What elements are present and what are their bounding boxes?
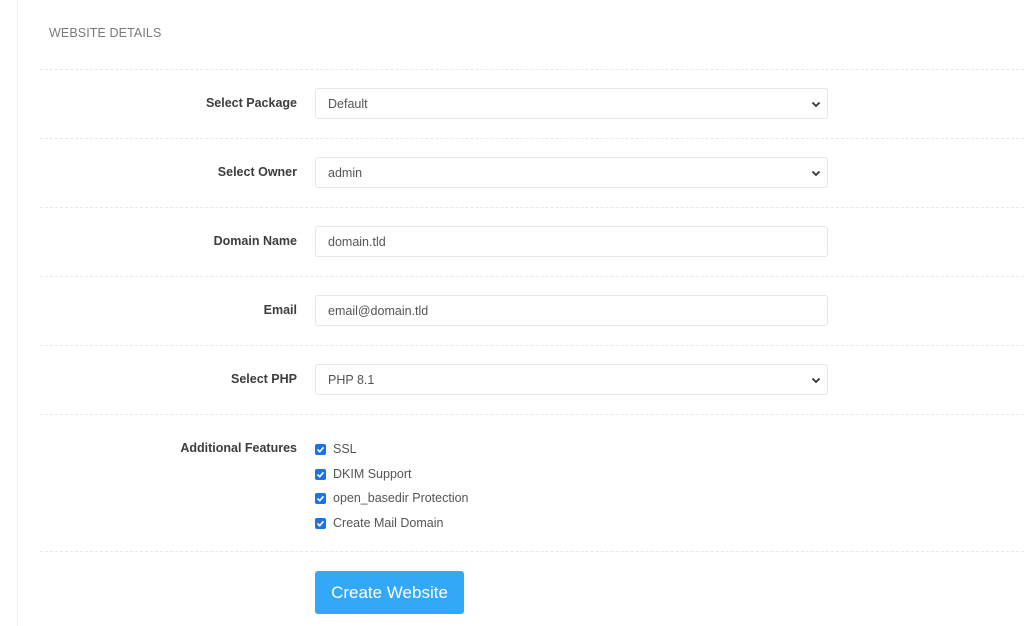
divider (40, 138, 1024, 139)
php-select[interactable]: PHP 8.1 (315, 364, 828, 395)
divider (40, 69, 1024, 70)
package-label: Select Package (205, 96, 297, 110)
feature-open-basedir[interactable]: open_basedir Protection (315, 490, 469, 506)
divider (40, 276, 1024, 277)
php-value: PHP 8.1 (328, 373, 375, 387)
email-value: email@domain.tld (328, 304, 429, 318)
features-label: Additional Features (180, 441, 297, 455)
chevron-down-icon (811, 170, 821, 177)
email-label: Email (263, 303, 297, 317)
domain-input[interactable]: domain.tld (315, 226, 828, 257)
checkbox-checked[interactable] (315, 492, 326, 504)
domain-value: domain.tld (328, 235, 386, 249)
package-select[interactable]: Default (315, 88, 828, 119)
feature-label: DKIM Support (333, 467, 412, 481)
checkbox-checked[interactable] (315, 517, 326, 529)
email-input[interactable]: email@domain.tld (315, 295, 828, 326)
sidebar-border (17, 0, 18, 626)
feature-mail-domain[interactable]: Create Mail Domain (315, 515, 443, 531)
owner-value: admin (328, 166, 363, 180)
create-website-button[interactable]: Create Website (315, 571, 464, 614)
feature-ssl[interactable]: SSL (315, 441, 357, 457)
chevron-down-icon (811, 377, 821, 384)
package-value: Default (328, 97, 368, 111)
checkbox-checked[interactable] (315, 443, 326, 455)
chevron-down-icon (811, 101, 821, 108)
feature-label: open_basedir Protection (333, 491, 469, 505)
divider (40, 551, 1024, 552)
divider (40, 345, 1024, 346)
feature-label: SSL (333, 442, 357, 456)
owner-select[interactable]: admin (315, 157, 828, 188)
divider (40, 207, 1024, 208)
owner-label: Select Owner (217, 165, 297, 179)
domain-label: Domain Name (213, 234, 297, 248)
feature-label: Create Mail Domain (333, 516, 444, 530)
php-label: Select PHP (230, 372, 297, 386)
divider (40, 414, 1024, 415)
panel-title: WEBSITE DETAILS (49, 26, 162, 40)
checkbox-checked[interactable] (315, 468, 326, 480)
feature-dkim[interactable]: DKIM Support (315, 466, 412, 482)
